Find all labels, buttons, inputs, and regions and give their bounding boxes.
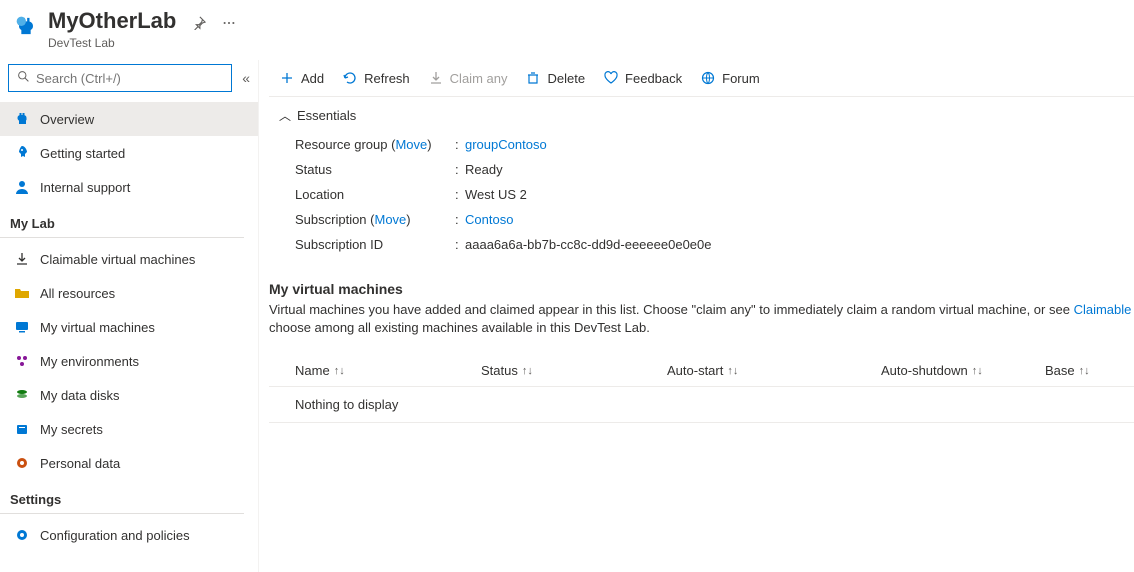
- sort-icon: ↑↓: [334, 365, 345, 377]
- delete-button[interactable]: Delete: [525, 70, 585, 86]
- page-title: MyOtherLab: [48, 8, 176, 34]
- sidebar-item-label: Claimable virtual machines: [40, 252, 195, 267]
- gear-blue-icon: [14, 527, 30, 543]
- claim-any-button: Claim any: [428, 70, 508, 86]
- ess-location-key: Location: [295, 187, 455, 202]
- sidebar-item-claimable-vms[interactable]: Claimable virtual machines: [0, 242, 258, 276]
- trash-icon: [525, 70, 541, 86]
- ess-resource-group-key: Resource group (Move): [295, 137, 455, 152]
- disks-icon: [14, 387, 30, 403]
- essentials-label: Essentials: [297, 108, 356, 123]
- search-box[interactable]: [8, 64, 232, 92]
- toolbar-label: Add: [301, 71, 324, 86]
- sidebar-item-label: My environments: [40, 354, 139, 369]
- lab-icon: [12, 12, 40, 40]
- add-button[interactable]: Add: [279, 70, 324, 86]
- column-autostart[interactable]: Auto-start↑↓: [667, 363, 881, 378]
- ess-resource-group-value[interactable]: groupContoso: [465, 137, 547, 152]
- search-icon: [17, 70, 30, 86]
- rocket-icon: [14, 145, 30, 161]
- sidebar-item-label: My virtual machines: [40, 320, 155, 335]
- sidebar-item-label: Personal data: [40, 456, 120, 471]
- heart-icon: [603, 70, 619, 86]
- toolbar-label: Forum: [722, 71, 760, 86]
- sidebar-item-my-vms[interactable]: My virtual machines: [0, 310, 258, 344]
- essentials-body: Resource group (Move) : groupContoso Sta…: [269, 132, 1134, 271]
- sidebar-item-label: Configuration and policies: [40, 528, 190, 543]
- chevron-up-icon: ︿: [279, 107, 291, 124]
- more-icon[interactable]: [222, 16, 236, 33]
- lab-small-icon: [14, 111, 30, 127]
- collapse-sidebar-icon[interactable]: «: [242, 70, 250, 86]
- sidebar-item-my-data-disks[interactable]: My data disks: [0, 378, 258, 412]
- claimable-link[interactable]: Claimable: [1074, 302, 1132, 317]
- ess-location-value: West US 2: [465, 187, 527, 202]
- refresh-icon: [342, 70, 358, 86]
- my-vms-description: Virtual machines you have added and clai…: [269, 301, 1134, 337]
- sidebar-item-label: Overview: [40, 112, 94, 127]
- forum-button[interactable]: Forum: [700, 70, 760, 86]
- table-empty-message: Nothing to display: [269, 387, 1134, 423]
- column-base[interactable]: Base↑↓: [1045, 363, 1134, 378]
- sidebar-item-my-environments[interactable]: My environments: [0, 344, 258, 378]
- essentials-toggle[interactable]: ︿ Essentials: [269, 97, 1134, 132]
- ess-status-key: Status: [295, 162, 455, 177]
- sidebar: « Overview Getting started Internal supp…: [0, 60, 258, 572]
- toolbar-label: Claim any: [450, 71, 508, 86]
- sidebar-item-label: My secrets: [40, 422, 103, 437]
- environments-icon: [14, 353, 30, 369]
- folder-icon: [14, 285, 30, 301]
- sidebar-item-getting-started[interactable]: Getting started: [0, 136, 258, 170]
- vms-table: Name↑↓ Status↑↓ Auto-start↑↓ Auto-shutdo…: [269, 355, 1134, 423]
- sidebar-item-personal-data[interactable]: Personal data: [0, 446, 258, 480]
- main-content: Add Refresh Claim any Delete Feedback Fo…: [258, 60, 1134, 572]
- toolbar: Add Refresh Claim any Delete Feedback Fo…: [269, 66, 1134, 97]
- table-header: Name↑↓ Status↑↓ Auto-start↑↓ Auto-shutdo…: [269, 355, 1134, 387]
- sidebar-section-settings: Settings: [0, 480, 244, 514]
- globe-icon: [700, 70, 716, 86]
- sidebar-item-config-policies[interactable]: Configuration and policies: [0, 518, 258, 552]
- feedback-button[interactable]: Feedback: [603, 70, 682, 86]
- pin-icon[interactable]: [192, 16, 206, 33]
- page-subtitle: DevTest Lab: [48, 36, 236, 50]
- person-icon: [14, 179, 30, 195]
- sort-icon: ↑↓: [1079, 365, 1090, 377]
- sidebar-item-all-resources[interactable]: All resources: [0, 276, 258, 310]
- sort-icon: ↑↓: [972, 365, 983, 377]
- search-input[interactable]: [36, 71, 223, 86]
- sidebar-item-internal-support[interactable]: Internal support: [0, 170, 258, 204]
- toolbar-label: Feedback: [625, 71, 682, 86]
- sort-icon: ↑↓: [727, 365, 738, 377]
- my-vms-section: My virtual machines Virtual machines you…: [269, 271, 1134, 423]
- download-icon: [14, 251, 30, 267]
- sidebar-item-label: Internal support: [40, 180, 130, 195]
- column-status[interactable]: Status↑↓: [481, 363, 667, 378]
- ess-status-value: Ready: [465, 162, 503, 177]
- ess-subid-key: Subscription ID: [295, 237, 455, 252]
- refresh-button[interactable]: Refresh: [342, 70, 410, 86]
- column-autoshutdown[interactable]: Auto-shutdown↑↓: [881, 363, 1045, 378]
- ess-subscription-key: Subscription (Move): [295, 212, 455, 227]
- sidebar-section-mylab: My Lab: [0, 204, 244, 238]
- sidebar-item-label: All resources: [40, 286, 115, 301]
- plus-icon: [279, 70, 295, 86]
- toolbar-label: Delete: [547, 71, 585, 86]
- sidebar-item-my-secrets[interactable]: My secrets: [0, 412, 258, 446]
- download-icon: [428, 70, 444, 86]
- sort-icon: ↑↓: [522, 365, 533, 377]
- secrets-icon: [14, 421, 30, 437]
- page-header: MyOtherLab DevTest Lab: [0, 0, 1134, 60]
- sidebar-item-label: Getting started: [40, 146, 125, 161]
- ess-subscription-value[interactable]: Contoso: [465, 212, 513, 227]
- gear-orange-icon: [14, 455, 30, 471]
- sidebar-item-overview[interactable]: Overview: [0, 102, 258, 136]
- column-name[interactable]: Name↑↓: [295, 363, 481, 378]
- my-vms-title: My virtual machines: [269, 281, 1134, 297]
- vm-icon: [14, 319, 30, 335]
- move-link[interactable]: Move: [375, 212, 407, 227]
- sidebar-item-label: My data disks: [40, 388, 119, 403]
- move-link[interactable]: Move: [395, 137, 427, 152]
- ess-subid-value: aaaa6a6a-bb7b-cc8c-dd9d-eeeeee0e0e0e: [465, 237, 712, 252]
- toolbar-label: Refresh: [364, 71, 410, 86]
